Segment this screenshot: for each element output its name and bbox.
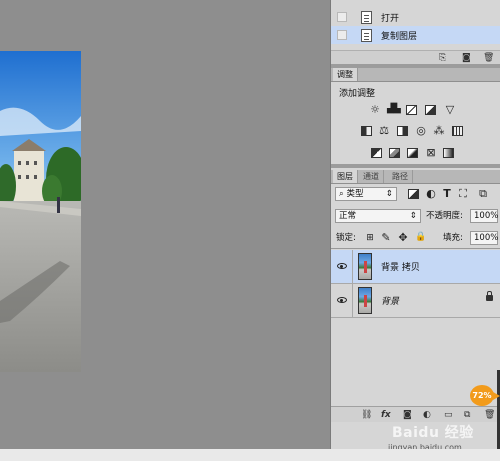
adjustments-tabbar: 调整 xyxy=(331,68,500,82)
tab-layers[interactable]: 图层 xyxy=(333,170,358,183)
history-snapshot-checkbox[interactable] xyxy=(337,12,347,22)
history-item-label: 复制图层 xyxy=(381,31,418,42)
layer-name[interactable]: 背景 xyxy=(381,294,399,307)
history-item-duplicate-layer[interactable]: 复制图层 xyxy=(331,26,500,44)
vibrance-icon[interactable]: ▽ xyxy=(444,104,456,115)
history-item-label: 打开 xyxy=(381,13,400,24)
panel-divider xyxy=(331,164,500,168)
history-row-partial xyxy=(331,0,500,6)
filter-smart-object-icon[interactable]: ⧉ xyxy=(477,188,489,199)
layer-filter-kind-select[interactable]: ⌕ 类型 ⇕ xyxy=(335,187,397,201)
lock-image-pixels-brush-icon[interactable]: ✎ xyxy=(380,232,392,243)
hue-saturation-icon[interactable] xyxy=(361,126,372,136)
selective-color-icon[interactable]: ⊠ xyxy=(425,147,437,158)
visibility-toggle[interactable] xyxy=(331,250,353,284)
tab-channels[interactable]: 通道 xyxy=(359,170,384,183)
new-layer-icon[interactable]: ⧉ xyxy=(464,410,470,420)
eye-icon xyxy=(337,263,347,269)
blend-mode-select[interactable]: 正常 ⇕ xyxy=(335,209,421,223)
layers-footer: ⛓ fx ◙ ◐ ▭ ⧉ 🗑 xyxy=(331,406,500,422)
trash-icon[interactable]: 🗑 xyxy=(483,53,494,63)
layers-tabbar: 图层 通道 路径 xyxy=(331,170,500,184)
history-item-open[interactable]: 打开 xyxy=(331,8,500,26)
eye-icon xyxy=(337,297,347,303)
right-panels: 打开 复制图层 ⎘ ◙ 🗑 调整 添加调整 ☼ ▟▙ ▽ ⚖ ◎ ⁂ ⊠ 图层 … xyxy=(330,0,500,449)
channel-mixer-icon[interactable]: ⁂ xyxy=(433,125,445,136)
invert-icon[interactable] xyxy=(371,148,382,158)
link-layers-icon[interactable]: ⛓ xyxy=(361,410,372,420)
visibility-toggle[interactable] xyxy=(331,284,353,318)
new-document-from-state-icon[interactable]: ⎘ xyxy=(439,53,446,63)
lock-transparent-pixels-icon[interactable]: ⊞ xyxy=(364,233,376,244)
fill-input[interactable]: 100% xyxy=(470,231,498,245)
adjustment-layer-icon[interactable]: ◐ xyxy=(423,410,431,420)
document-canvas[interactable] xyxy=(0,0,330,461)
layer-name[interactable]: 背景 拷贝 xyxy=(381,260,420,273)
divider xyxy=(331,248,500,249)
history-snapshot-checkbox[interactable] xyxy=(337,30,347,40)
filter-type-layer-icon[interactable]: T xyxy=(441,188,453,199)
filter-pixel-layer-icon[interactable] xyxy=(408,189,419,199)
lock-label: 锁定: xyxy=(336,233,356,243)
photo-image xyxy=(0,51,81,372)
layer-row-background-copy[interactable]: 背景 拷贝 xyxy=(331,250,500,284)
color-lookup-icon[interactable] xyxy=(452,126,463,136)
camera-icon[interactable]: ◙ xyxy=(462,53,471,63)
search-icon: ⌕ xyxy=(339,189,344,199)
photo-filter-icon[interactable]: ◎ xyxy=(415,125,427,136)
threshold-icon[interactable] xyxy=(407,148,418,158)
color-balance-icon[interactable]: ⚖ xyxy=(378,125,390,136)
lock-icon xyxy=(486,291,493,301)
lock-position-move-icon[interactable]: ✥ xyxy=(397,232,409,243)
layer-thumbnail xyxy=(358,253,372,280)
opacity-input[interactable]: 100% xyxy=(470,209,498,223)
lock-all-icon[interactable]: 🔒 xyxy=(415,232,427,243)
levels-icon[interactable]: ▟▙ xyxy=(387,104,401,115)
watermark-logo: Baidu 经验 xyxy=(392,425,474,441)
exposure-icon[interactable] xyxy=(425,105,436,115)
gradient-map-icon[interactable] xyxy=(443,148,454,158)
opacity-label: 不透明度: xyxy=(426,211,463,221)
status-bar xyxy=(0,449,500,461)
black-white-icon[interactable] xyxy=(397,126,408,136)
tab-paths[interactable]: 路径 xyxy=(388,170,413,183)
layer-style-fx-icon[interactable]: fx xyxy=(381,410,391,420)
fill-label: 填充: xyxy=(443,233,463,243)
adjustments-title: 添加调整 xyxy=(339,89,376,99)
layer-thumbnail xyxy=(358,287,372,314)
filter-shape-layer-icon[interactable]: ⛶ xyxy=(457,188,469,199)
brightness-icon[interactable]: ☼ xyxy=(369,104,381,115)
chevron-updown-icon: ⇕ xyxy=(385,189,393,199)
filter-adjustment-layer-icon[interactable]: ◐ xyxy=(425,188,437,199)
document-icon xyxy=(361,10,372,24)
posterize-icon[interactable] xyxy=(389,148,400,158)
blend-mode-value: 正常 xyxy=(339,211,357,221)
trash-icon[interactable]: 🗑 xyxy=(484,410,495,420)
tab-adjustments[interactable]: 调整 xyxy=(333,68,358,81)
curves-icon[interactable] xyxy=(406,105,417,115)
filter-kind-value: 类型 xyxy=(346,189,364,199)
document-icon xyxy=(361,28,372,42)
chevron-updown-icon: ⇕ xyxy=(409,211,417,221)
layer-row-background[interactable]: 背景 xyxy=(331,284,500,318)
zoom-badge: 72% xyxy=(470,385,500,406)
new-group-folder-icon[interactable]: ▭ xyxy=(444,410,453,420)
add-mask-icon[interactable]: ◙ xyxy=(403,410,412,420)
